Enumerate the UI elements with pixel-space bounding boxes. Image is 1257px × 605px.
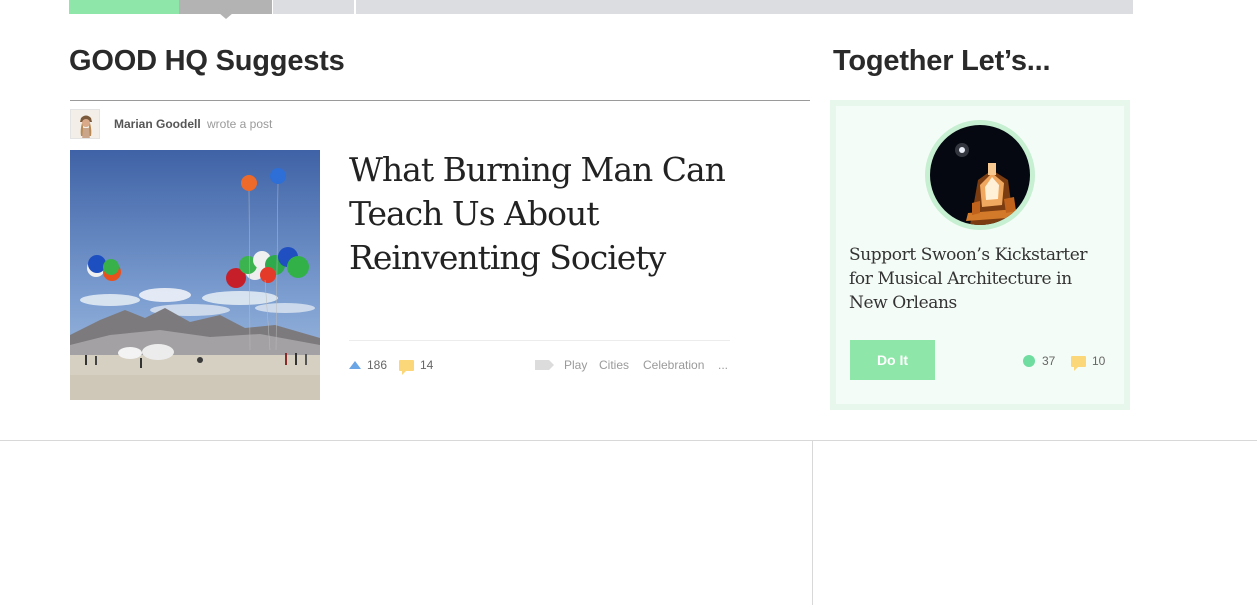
author-name-link[interactable]: Marian Goodell [114, 117, 201, 131]
comment-icon [1071, 355, 1086, 371]
do-it-button[interactable]: Do It [850, 340, 935, 380]
author-action-text: wrote a post [207, 117, 273, 131]
participants-value: 37 [1042, 354, 1056, 368]
content-divider [0, 440, 1257, 441]
participants-icon [1023, 355, 1035, 367]
card-comment-count: 10 [1092, 354, 1106, 368]
upvote-icon [349, 361, 361, 369]
tab-divider [354, 0, 356, 14]
upvote-button[interactable]: 186 [349, 358, 387, 372]
participants-count[interactable]: 37 [1023, 354, 1055, 368]
progress-segment [69, 0, 179, 14]
comment-icon [399, 359, 414, 375]
card-comments-button[interactable]: 10 [1071, 354, 1106, 371]
tag-cities[interactable]: Cities [599, 358, 629, 372]
suggests-heading: GOOD HQ Suggests [69, 45, 345, 77]
together-heading: Together Let’s... [833, 45, 1051, 77]
active-tab-segment[interactable] [179, 0, 272, 14]
upvote-count: 186 [367, 358, 388, 372]
post-image[interactable] [70, 150, 320, 400]
tag-icon [535, 360, 554, 370]
post-meta-divider [349, 340, 730, 341]
comments-button[interactable]: 14 [399, 358, 434, 375]
tags-more-button[interactable]: ... [718, 358, 728, 372]
comment-count: 14 [420, 358, 434, 372]
tab-divider [272, 0, 273, 14]
author-avatar[interactable] [70, 109, 100, 139]
tag-celebration[interactable]: Celebration [643, 358, 704, 372]
section-divider [70, 100, 810, 101]
active-tab-caret [219, 13, 233, 19]
top-tab-strip [69, 0, 1133, 19]
action-card-image[interactable] [925, 120, 1035, 230]
tag-play[interactable]: Play [564, 358, 587, 372]
post-title-link[interactable]: What Burning Man Can Teach Us About Rein… [349, 148, 729, 280]
action-card-title[interactable]: Support Swoon’s Kickstarter for Musical … [849, 243, 1109, 315]
column-divider [812, 440, 813, 605]
